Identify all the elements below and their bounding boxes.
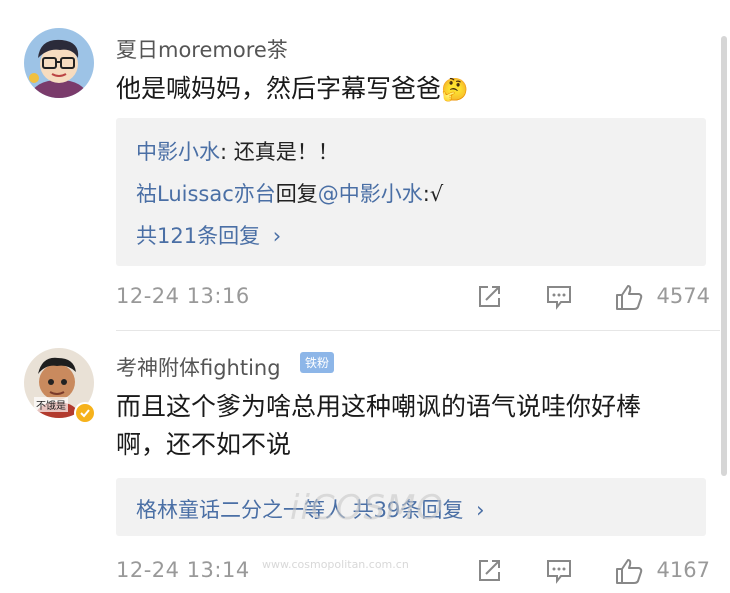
timestamp: 12-24 13:16 <box>116 284 250 308</box>
like-count: 4167 <box>656 558 710 582</box>
reply-username[interactable]: 中影小水 <box>136 140 220 164</box>
share-icon <box>479 286 500 307</box>
thumbs-up-icon <box>616 285 643 310</box>
comment-text-line: 啊，还不如不说 <box>116 430 292 459</box>
verified-badge-icon <box>74 402 96 424</box>
username[interactable]: 考神附体fighting <box>116 352 281 382</box>
reply-username[interactable]: 祜Luissac亦台 <box>136 182 276 206</box>
chevron-right-icon: › <box>476 498 485 522</box>
watermark-url: www.cosmopolitan.com.cn <box>262 558 409 571</box>
reply-content: : 还真是！！ <box>220 140 339 164</box>
reply-item: 中影小水: 还真是！！ <box>136 136 339 166</box>
comment-icon <box>547 286 571 310</box>
comment-button[interactable] <box>544 556 574 586</box>
reply-item: 祜Luissac亦台回复@中影小水:√ <box>136 178 443 208</box>
chevron-right-icon: › <box>272 224 282 248</box>
like-button[interactable] <box>614 556 644 586</box>
share-button[interactable] <box>474 282 504 312</box>
username[interactable]: 夏日moremore茶 <box>116 34 288 64</box>
more-replies-label: 共121条回复 <box>136 224 261 248</box>
comment-text-line: 而且这个爹为啥总用这种嘲讽的语气说哇你好棒 <box>116 392 642 421</box>
avatar-cartoon-glasses <box>24 28 94 98</box>
thumbs-up-icon <box>616 559 643 584</box>
thinking-emoji-icon: 🤔 <box>441 78 469 103</box>
comment-text: 而且这个爹为啥总用这种嘲讽的语气说哇你好棒 啊，还不如不说 <box>116 388 706 464</box>
share-button[interactable] <box>474 556 504 586</box>
avatar-label: 不饿是 <box>34 397 68 412</box>
like-count: 4574 <box>656 284 710 308</box>
watermark: iiCOSMO <box>290 488 445 528</box>
more-replies-link[interactable]: 共121条回复 › <box>136 220 281 250</box>
comment-meta: 12-24 13:14 4167 <box>116 556 710 590</box>
comment-icon <box>547 560 571 584</box>
share-icon <box>479 560 500 581</box>
scrollbar[interactable] <box>721 36 727 476</box>
reply-mention[interactable]: @中影小水 <box>318 182 423 206</box>
like-button[interactable] <box>614 282 644 312</box>
comment-2: 不饿是 考神附体fighting 铁粉 而且这个爹为啥总用这种嘲讽的语气说哇你好… <box>0 330 720 593</box>
comment-text: 他是喊妈妈，然后字幕写爸爸🤔 <box>116 70 706 110</box>
reply-verb: 回复 <box>275 182 318 206</box>
comment-text-content: 他是喊妈妈，然后字幕写爸爸 <box>116 74 442 103</box>
timestamp: 12-24 13:14 <box>116 558 250 582</box>
reply-thread[interactable]: 中影小水: 还真是！！ 祜Luissac亦台回复@中影小水:√ 共121条回复 … <box>116 118 706 266</box>
avatar[interactable] <box>24 28 94 98</box>
reply-content: :√ <box>422 182 444 206</box>
comment-1: 夏日moremore茶 他是喊妈妈，然后字幕写爸爸🤔 中影小水: 还真是！！ 祜… <box>0 0 720 330</box>
fan-badge: 铁粉 <box>300 352 335 373</box>
comment-button[interactable] <box>544 282 574 312</box>
comment-meta: 12-24 13:16 4574 <box>116 282 710 316</box>
